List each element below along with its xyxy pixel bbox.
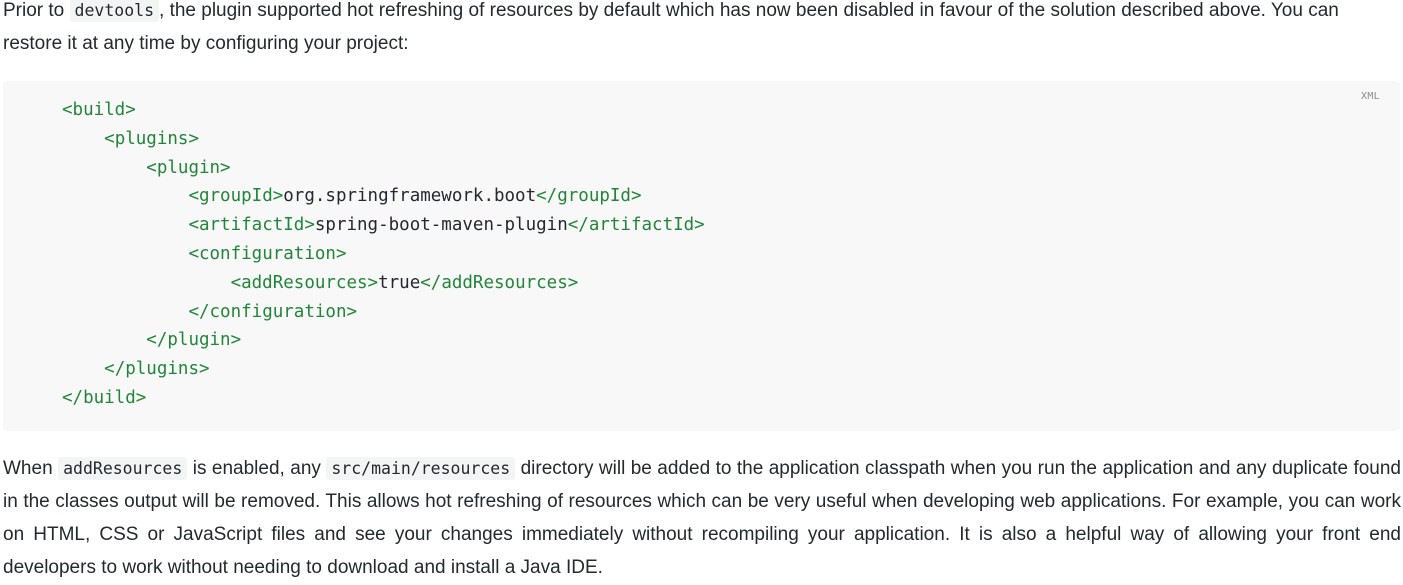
inline-code-addresources: addResources xyxy=(58,457,188,480)
intro-text-before: Prior to xyxy=(3,0,70,21)
intro-text-after: , the plugin supported hot refreshing of… xyxy=(3,0,1339,54)
code-line: <configuration> xyxy=(62,240,705,269)
code-line: <artifactId>spring-boot-maven-plugin</ar… xyxy=(62,211,705,240)
code-line: <build> xyxy=(62,96,705,125)
code-value: org.springframework.boot xyxy=(283,186,537,207)
code-value: true xyxy=(378,272,421,293)
inline-code-resources-path: src/main/resources xyxy=(326,457,516,480)
code-tag: </plugins> xyxy=(104,359,210,380)
code-line: </plugin> xyxy=(62,326,705,355)
code-content: <build> <plugins> <plugin> <groupId>org.… xyxy=(62,96,705,413)
code-tag: <groupId> xyxy=(188,186,284,207)
outro-text-1: When xyxy=(3,458,59,479)
code-tag: <plugin> xyxy=(146,157,231,178)
code-line: <plugins> xyxy=(62,125,705,154)
code-tag: <addResources> xyxy=(230,272,379,293)
code-line: </configuration> xyxy=(62,298,705,327)
code-line: <addResources>true</addResources> xyxy=(62,269,705,298)
code-tag: <configuration> xyxy=(188,243,347,264)
intro-paragraph: Prior to devtools, the plugin supported … xyxy=(3,0,1401,60)
code-line: </build> xyxy=(62,384,705,413)
code-tag: </artifactId> xyxy=(567,215,705,236)
code-tag: <artifactId> xyxy=(188,215,315,236)
code-tag: </plugin> xyxy=(146,330,242,351)
code-tag: <plugins> xyxy=(104,128,199,149)
code-language-label: XML xyxy=(1361,91,1380,102)
code-tag: </configuration> xyxy=(188,301,358,322)
code-line: <groupId>org.springframework.boot</group… xyxy=(62,182,705,211)
code-tag: <build> xyxy=(62,100,136,120)
code-tag: </build> xyxy=(62,387,147,408)
code-value: spring-boot-maven-plugin xyxy=(314,215,568,236)
outro-paragraph: When addResources is enabled, any src/ma… xyxy=(3,452,1401,584)
code-tag: </addResources> xyxy=(420,272,579,293)
code-line: </plugins> xyxy=(62,355,705,384)
inline-code-devtools: devtools xyxy=(69,0,160,22)
code-line: <plugin> xyxy=(62,154,705,183)
outro-text-2: is enabled, any xyxy=(187,458,327,479)
code-tag: </groupId> xyxy=(536,186,642,207)
xml-code-block: XML <build> <plugins> <plugin> <groupId>… xyxy=(3,81,1400,431)
